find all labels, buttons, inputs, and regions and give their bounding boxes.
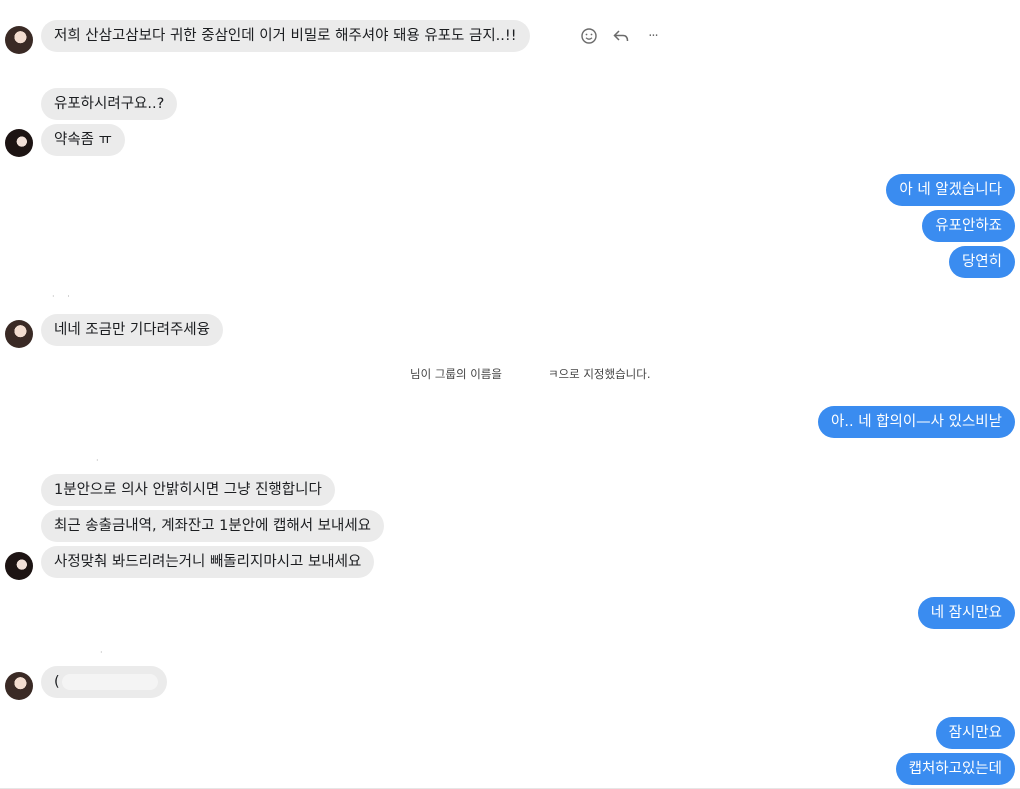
system-notice-part2: ㅋ으로 지정했습니다.: [547, 367, 651, 381]
system-notice-part1: 님이 그룹의 이름을: [410, 367, 502, 381]
redacted-sender-name: · ·: [52, 292, 70, 301]
outgoing-message[interactable]: 잠시만요: [935, 717, 1015, 749]
incoming-message[interactable]: 약속좀 ㅠ: [41, 124, 125, 156]
incoming-message-text: (: [54, 674, 60, 690]
redacted-sender-name: ·: [96, 456, 99, 465]
incoming-message[interactable]: 최근 송출금내역, 계좌잔고 1분안에 캡해서 보내세요: [41, 510, 385, 542]
smiley-icon[interactable]: [578, 25, 600, 47]
outgoing-message[interactable]: 네 잠시만요: [917, 597, 1015, 629]
system-notice: 님이 그룹의 이름을 ㅋ으로 지정했습니다.: [410, 366, 650, 382]
incoming-message[interactable]: 네네 조금만 기다려주세융: [41, 314, 223, 346]
incoming-message[interactable]: 저희 산삼고삼보다 귀한 중삼인데 이거 비밀로 해주셔야 돼용 유포도 금지.…: [41, 20, 530, 52]
sender-avatar[interactable]: [5, 672, 33, 700]
sender-avatar[interactable]: [5, 26, 33, 54]
more-icon[interactable]: ···: [642, 25, 664, 47]
outgoing-message[interactable]: 아.. 네 합의이—사 있스비낟: [818, 406, 1015, 438]
outgoing-message[interactable]: 아 네 알겠습니다: [886, 174, 1015, 206]
message-actions: ···: [578, 24, 664, 48]
redacted-area: [61, 674, 158, 690]
outgoing-message[interactable]: 캡처하고있는데: [895, 753, 1015, 785]
outgoing-message[interactable]: 당연히: [948, 246, 1015, 278]
incoming-message[interactable]: 유포하시려구요..?: [41, 88, 178, 120]
redacted-sender-name: ·: [100, 648, 103, 657]
incoming-message[interactable]: 사정맞춰 봐드리려는거니 빼돌리지마시고 보내세요: [41, 546, 375, 578]
sender-avatar[interactable]: [5, 320, 33, 348]
outgoing-message[interactable]: 유포안하죠: [922, 210, 1015, 242]
reply-icon[interactable]: [610, 25, 632, 47]
sender-avatar[interactable]: [5, 129, 33, 157]
incoming-message[interactable]: 1분안으로 의사 안밝히시면 그냥 진행합니다: [41, 474, 335, 506]
sender-avatar[interactable]: [5, 552, 33, 580]
incoming-message[interactable]: (: [41, 666, 167, 698]
